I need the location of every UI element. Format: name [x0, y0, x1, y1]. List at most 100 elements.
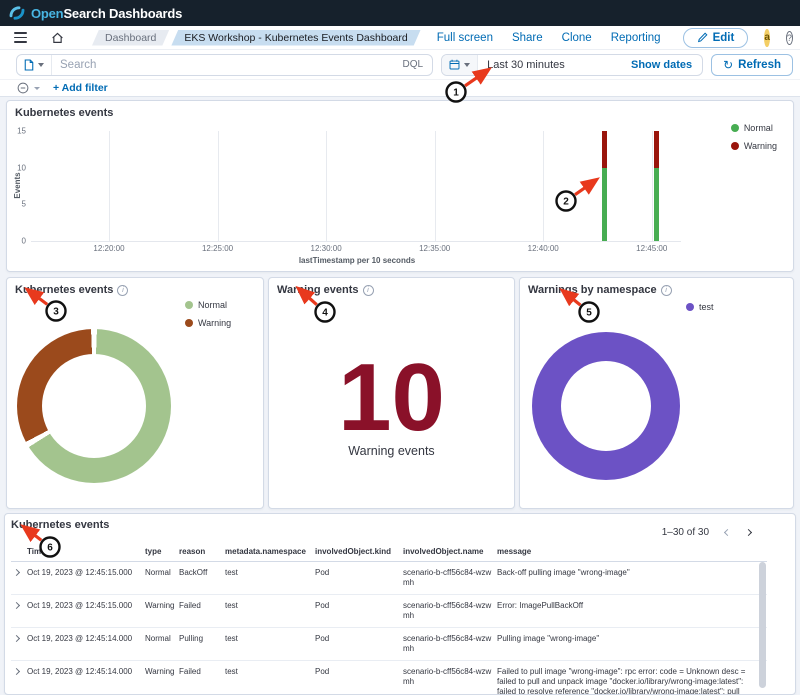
column-header-message[interactable]: message	[497, 544, 767, 562]
nav-link-share[interactable]: Share	[512, 32, 543, 44]
legend-item-normal[interactable]: Normal	[731, 123, 777, 133]
edit-button-label: Edit	[713, 32, 735, 44]
refresh-button[interactable]: ↻ Refresh	[711, 54, 793, 76]
table-cell: BackOff	[179, 562, 225, 595]
time-range-value[interactable]: Last 30 minutes	[478, 59, 621, 71]
gridline	[543, 131, 544, 241]
vertical-scrollbar[interactable]	[759, 562, 766, 688]
table-cell: scenario-b-cff56c84-wzwmh	[403, 628, 497, 661]
column-header-involvedobject-name[interactable]: involvedObject.name	[403, 544, 497, 562]
donut-chart-namespace[interactable]	[532, 332, 680, 480]
breadcrumb-parent[interactable]: Dashboard	[92, 30, 169, 46]
expand-row-icon[interactable]	[13, 569, 20, 576]
pagination-range: 1–30 of 30	[662, 527, 709, 538]
gridline	[435, 131, 436, 241]
column-header-involvedobject-kind[interactable]: involvedObject.kind	[315, 544, 403, 562]
saved-query-menu[interactable]	[17, 55, 52, 75]
x-axis-tick: 12:30:00	[311, 244, 342, 253]
table-cell: Pod	[315, 595, 403, 628]
home-icon[interactable]	[47, 31, 68, 44]
y-axis-tick: 15	[17, 127, 26, 136]
brand-open: Open	[31, 6, 63, 21]
chevron-left-icon[interactable]	[724, 529, 731, 536]
help-icon[interactable]: ?	[786, 31, 793, 45]
bar-segment-normal[interactable]	[654, 168, 659, 241]
menu-icon[interactable]	[10, 32, 31, 43]
table-row[interactable]: Oct 19, 2023 @ 12:45:15.000NormalBackOff…	[11, 562, 767, 595]
expand-row-icon[interactable]	[13, 635, 20, 642]
table-cell: Failed to pull image "wrong-image": rpc …	[497, 661, 767, 695]
panel-kubernetes-events-table: Kubernetes events 1–30 of 30 Timetyperea…	[4, 513, 796, 695]
table-cell: Normal	[145, 562, 179, 595]
legend-label: Normal	[744, 123, 773, 133]
nav-link-full-screen[interactable]: Full screen	[437, 32, 493, 44]
info-icon[interactable]: i	[117, 285, 128, 296]
expand-row-icon[interactable]	[13, 668, 20, 675]
opensearch-logo-icon[interactable]	[9, 5, 25, 21]
x-axis-tick: 12:20:00	[93, 244, 124, 253]
breadcrumb-current[interactable]: EKS Workshop - Kubernetes Events Dashboa…	[171, 30, 420, 46]
table-cell: Pod	[315, 661, 403, 695]
calendar-icon	[449, 59, 460, 70]
avatar[interactable]: a	[764, 29, 770, 47]
nav-link-reporting[interactable]: Reporting	[611, 32, 661, 44]
legend-item-warning[interactable]: Warning	[185, 318, 231, 328]
table-row[interactable]: Oct 19, 2023 @ 12:45:14.000WarningFailed…	[11, 661, 767, 695]
filter-bar: + Add filter	[0, 80, 800, 97]
table-cell: scenario-b-cff56c84-wzwmh	[403, 595, 497, 628]
expand-row-icon[interactable]	[13, 602, 20, 609]
panel-title: Warning eventsi	[277, 284, 514, 296]
table-cell: Pod	[315, 562, 403, 595]
calendar-dropdown[interactable]	[442, 55, 478, 75]
chart-legend: Normal Warning	[731, 123, 777, 151]
info-icon[interactable]: i	[661, 285, 672, 296]
y-axis-tick: 10	[17, 163, 26, 172]
x-axis-tick: 12:35:00	[419, 244, 450, 253]
info-icon[interactable]: i	[363, 285, 374, 296]
pencil-icon	[697, 32, 708, 43]
legend-item-test[interactable]: test	[686, 302, 714, 312]
bar-segment-warning[interactable]	[654, 131, 659, 168]
dql-toggle[interactable]: DQL	[403, 59, 424, 70]
document-icon	[24, 59, 34, 71]
x-axis-label: lastTimestamp per 10 seconds	[31, 256, 683, 265]
gridline	[109, 131, 110, 241]
filter-icon[interactable]	[17, 82, 29, 94]
table-cell: scenario-b-cff56c84-wzwmh	[403, 661, 497, 695]
refresh-icon: ↻	[723, 58, 733, 72]
add-filter-button[interactable]: + Add filter	[53, 82, 108, 94]
bar-segment-warning[interactable]	[602, 131, 607, 168]
legend-label: Normal	[198, 300, 227, 310]
gridline	[326, 131, 327, 241]
legend-dot-icon	[686, 303, 694, 311]
column-header-type[interactable]: type	[145, 544, 179, 562]
query-bar: DQL Last 30 minutes Show dates ↻ Refresh	[0, 50, 800, 80]
edit-button[interactable]: Edit	[683, 28, 749, 48]
table-row[interactable]: Oct 19, 2023 @ 12:45:15.000WarningFailed…	[11, 595, 767, 628]
chart-legend: test	[686, 302, 714, 312]
panel-title: Warnings by namespacei	[528, 284, 793, 296]
column-header-time[interactable]: Time	[27, 544, 145, 562]
sort-desc-icon	[49, 550, 55, 554]
table-cell: Warning	[145, 595, 179, 628]
table-row[interactable]: Oct 19, 2023 @ 12:45:14.000NormalPulling…	[11, 628, 767, 661]
legend-label: Warning	[744, 141, 777, 151]
legend-item-normal[interactable]: Normal	[185, 300, 231, 310]
legend-item-warning[interactable]: Warning	[731, 141, 777, 151]
chevron-right-icon[interactable]	[745, 529, 752, 536]
panel-warning-events-metric: Warning eventsi 10 Warning events	[268, 277, 515, 509]
table-cell: Pulling	[179, 628, 225, 661]
bar-segment-normal[interactable]	[602, 168, 607, 241]
donut-chart-events[interactable]	[17, 329, 171, 483]
nav-link-clone[interactable]: Clone	[562, 32, 592, 44]
table-cell: Oct 19, 2023 @ 12:45:14.000	[27, 661, 145, 695]
table-cell: test	[225, 595, 315, 628]
search-input[interactable]	[52, 59, 403, 71]
breadcrumb: DashboardEKS Workshop - Kubernetes Event…	[92, 30, 421, 46]
column-header-metadata-namespace[interactable]: metadata.namespace	[225, 544, 315, 562]
table-cell: scenario-b-cff56c84-wzwmh	[403, 562, 497, 595]
column-header-reason[interactable]: reason	[179, 544, 225, 562]
chevron-down-icon	[38, 63, 44, 67]
events-table: Timetypereasonmetadata.namespaceinvolved…	[11, 544, 767, 695]
show-dates-button[interactable]: Show dates	[621, 59, 702, 71]
